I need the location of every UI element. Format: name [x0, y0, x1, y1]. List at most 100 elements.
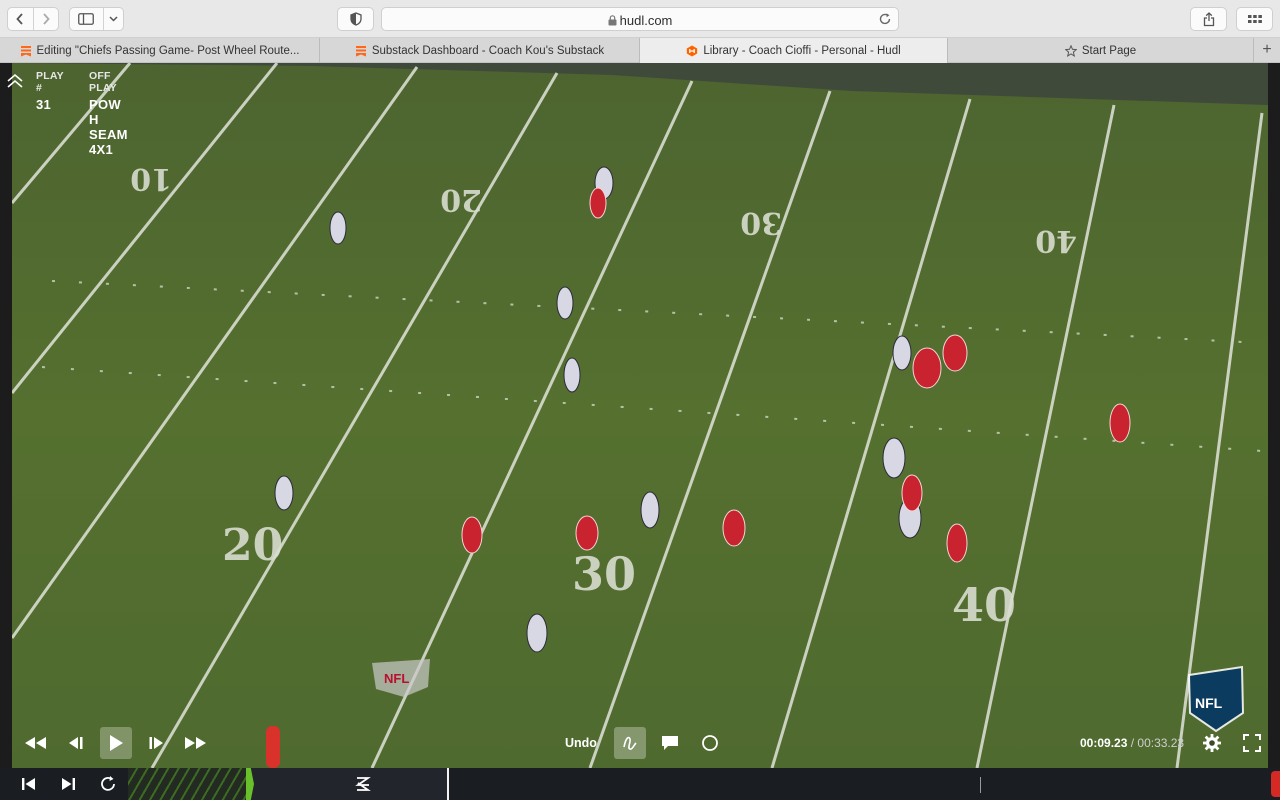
- off-play-label: OFF PLAY: [89, 70, 117, 94]
- video-frame[interactable]: 10 20 30 40 20 30 40 NFL NFL: [12, 63, 1268, 768]
- address-text: hudl.com: [382, 13, 898, 28]
- new-tab-button[interactable]: +: [1254, 38, 1280, 62]
- player: [461, 516, 483, 554]
- yard-number-near-30: 30: [572, 547, 636, 601]
- clip-strip[interactable]: [128, 768, 448, 800]
- timeline-playhead[interactable]: [447, 768, 449, 800]
- share-button[interactable]: [1190, 7, 1227, 31]
- sidebar-menu-button[interactable]: [102, 8, 123, 30]
- chevron-down-icon: [109, 16, 118, 22]
- loop-button[interactable]: [89, 768, 127, 800]
- play-button[interactable]: [100, 727, 132, 759]
- settings-button[interactable]: [1198, 727, 1226, 759]
- player: [1109, 403, 1131, 443]
- timeline-end-marker[interactable]: [1271, 771, 1280, 797]
- step-back-button[interactable]: [62, 727, 88, 759]
- skip-end-icon: [62, 778, 75, 790]
- yard-number-far-20: 20: [440, 182, 482, 217]
- comment-button[interactable]: [656, 727, 684, 759]
- hudl-icon: [687, 45, 698, 56]
- playback-controls: Undo 00:09.23 / 00:33.23: [0, 723, 1280, 765]
- tab-label: Library - Coach Cioffi - Personal - Hudl: [703, 44, 901, 57]
- player: [901, 474, 923, 512]
- skip-start-button[interactable]: [10, 768, 48, 800]
- player: [892, 335, 912, 371]
- tab-label: Start Page: [1081, 44, 1137, 57]
- play-number-value: 31: [36, 97, 52, 112]
- clip-timeline: [0, 768, 1280, 800]
- play-number-label: PLAY #: [36, 70, 64, 94]
- yard-number-far-40: 40: [1035, 223, 1077, 258]
- player: [942, 334, 968, 372]
- skip-start-icon: [22, 778, 35, 790]
- clip-tag-icon[interactable]: [353, 775, 373, 793]
- share-icon: [1203, 11, 1214, 26]
- tab-start-page[interactable]: Start Page: [948, 38, 1254, 63]
- time-separator: /: [1127, 736, 1138, 750]
- substack-icon: [355, 45, 366, 56]
- history-nav: [7, 7, 59, 31]
- sidebar-toggle-group: [69, 7, 124, 31]
- address-bar[interactable]: hudl.com: [381, 7, 899, 31]
- broadcast-logo-text: NFL: [1195, 695, 1223, 711]
- player: [563, 357, 581, 393]
- chevron-left-icon: [16, 13, 24, 25]
- timeline-tick: [980, 777, 981, 793]
- settings-icon: [1203, 734, 1221, 752]
- comment-icon: [662, 736, 678, 750]
- tab-overview-button[interactable]: [1236, 7, 1273, 31]
- fast-forward-icon: [185, 737, 206, 749]
- off-play-value: POW H SEAM 4X1: [89, 97, 128, 157]
- player: [274, 475, 294, 511]
- browser-toolbar: hudl.com: [0, 0, 1280, 38]
- shield-icon: [349, 12, 362, 26]
- player: [640, 491, 660, 529]
- draw-tool-button[interactable]: [614, 727, 646, 759]
- player: [912, 347, 942, 389]
- player: [556, 286, 574, 320]
- field-logo-text: NFL: [384, 671, 409, 686]
- yard-number-near-20: 20: [222, 520, 283, 571]
- reload-icon[interactable]: [878, 12, 892, 26]
- tab-hudl-library[interactable]: Library - Coach Cioffi - Personal - Hudl: [640, 38, 948, 63]
- back-button[interactable]: [8, 8, 33, 30]
- step-forward-button[interactable]: [144, 727, 170, 759]
- player: [526, 613, 548, 653]
- step-forward-icon: [149, 737, 163, 749]
- pen-icon: [623, 736, 637, 750]
- skip-end-button[interactable]: [49, 768, 87, 800]
- tab-label: Editing "Chiefs Passing Game- Post Wheel…: [36, 44, 300, 57]
- tab-strip: Editing "Chiefs Passing Game- Post Wheel…: [0, 38, 1280, 63]
- player: [882, 437, 906, 479]
- fullscreen-button[interactable]: [1238, 727, 1266, 759]
- tab-label: Substack Dashboard - Coach Kou's Substac…: [371, 44, 605, 57]
- tab-substack-editing[interactable]: Editing "Chiefs Passing Game- Post Wheel…: [0, 38, 320, 63]
- privacy-report-button[interactable]: [337, 7, 374, 31]
- timecode: 00:09.23 / 00:33.23: [1080, 736, 1184, 750]
- undo-button[interactable]: Undo: [565, 736, 597, 750]
- circle-icon: [702, 735, 718, 751]
- collapse-up-icon[interactable]: [6, 73, 24, 89]
- video-player[interactable]: 10 20 30 40 20 30 40 NFL NFL PLAY # 31 O…: [0, 63, 1280, 768]
- forward-button[interactable]: [32, 8, 58, 30]
- player: [589, 187, 607, 219]
- clip-played-region: [128, 768, 250, 800]
- off-play-column: OFF PLAY POW H SEAM 4X1: [89, 70, 128, 157]
- star-icon: [1064, 44, 1077, 57]
- fullscreen-icon: [1243, 734, 1261, 752]
- player: [722, 509, 746, 547]
- sidebar-icon: [78, 13, 95, 25]
- yard-number-far-30: 30: [740, 205, 782, 240]
- loop-icon: [101, 776, 115, 791]
- tab-substack-dashboard[interactable]: Substack Dashboard - Coach Kou's Substac…: [320, 38, 640, 63]
- circle-tool-button[interactable]: [696, 727, 724, 759]
- player: [575, 515, 599, 551]
- player: [946, 523, 968, 563]
- player: [329, 211, 347, 245]
- sidebar-button[interactable]: [70, 8, 103, 30]
- rewind-button[interactable]: [20, 727, 50, 759]
- url-label: hudl.com: [619, 13, 673, 28]
- fast-forward-button[interactable]: [181, 727, 211, 759]
- current-time: 00:09.23: [1080, 736, 1128, 750]
- clip-marker[interactable]: [246, 768, 254, 800]
